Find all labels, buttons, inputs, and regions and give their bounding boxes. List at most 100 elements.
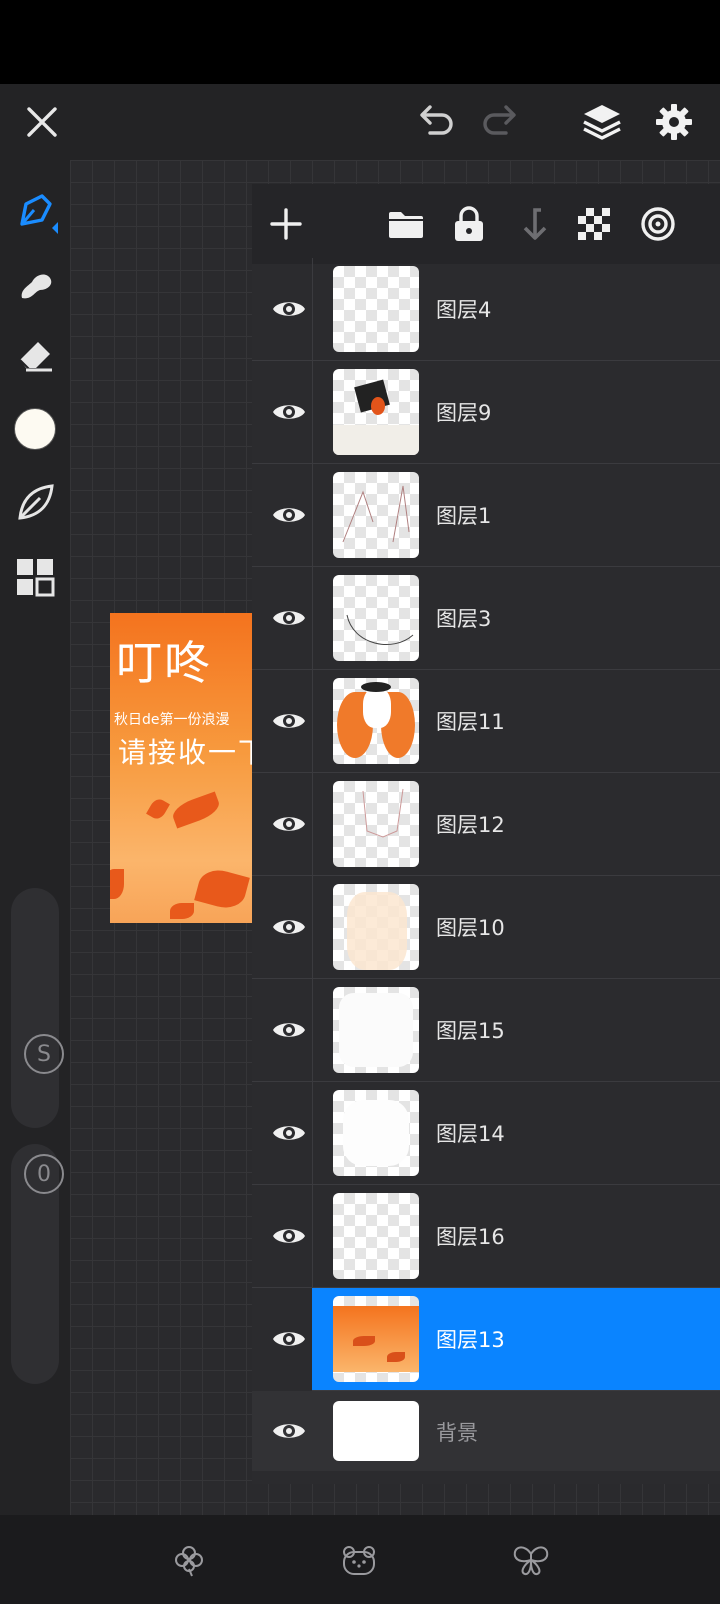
- layer-row[interactable]: 图层1: [252, 464, 720, 567]
- layer-name: 图层3: [436, 607, 492, 631]
- layer-row-selected[interactable]: 图层13: [273, 1288, 720, 1391]
- visibility-toggle[interactable]: [264, 1108, 314, 1158]
- transparency-button[interactable]: [566, 196, 622, 252]
- layer-name: 图层15: [436, 1019, 505, 1043]
- smudge-tool[interactable]: [8, 258, 62, 312]
- visibility-toggle[interactable]: [264, 1211, 314, 1261]
- row-separator: [312, 1082, 313, 1184]
- eye-icon: [273, 1229, 305, 1243]
- eye-icon: [273, 1023, 305, 1037]
- butterfly-icon: [513, 1546, 549, 1576]
- visibility-toggle[interactable]: [264, 799, 314, 849]
- layer-name: 图层10: [436, 916, 505, 940]
- folder-icon: [389, 212, 423, 238]
- clover-button[interactable]: [164, 1535, 214, 1585]
- eraser-tool[interactable]: [8, 328, 62, 382]
- visibility-toggle[interactable]: [264, 490, 314, 540]
- close-button[interactable]: [12, 84, 72, 160]
- layer-row[interactable]: 图层16: [252, 1185, 720, 1288]
- layers-button[interactable]: [572, 84, 632, 160]
- target-button[interactable]: [630, 196, 686, 252]
- row-separator: [312, 979, 313, 1081]
- layer-row[interactable]: 图层15: [252, 979, 720, 1082]
- layers-icon: [583, 105, 621, 140]
- layer-thumbnail: [333, 987, 419, 1073]
- layer-row[interactable]: 图层10: [252, 876, 720, 979]
- artwork-title: 叮咚: [116, 636, 212, 690]
- close-icon: [27, 107, 57, 137]
- folder-button[interactable]: [378, 196, 434, 252]
- layer-row[interactable]: 图层11: [252, 670, 720, 773]
- layer-thumbnail: [333, 678, 419, 764]
- layer-row[interactable]: 图层9: [252, 361, 720, 464]
- leaf-shape: [170, 903, 194, 919]
- layer-name: 图层12: [436, 813, 505, 837]
- tool-sidebar: S 0: [0, 160, 70, 1515]
- layers-panel: 图层4 图层9 图层1 图层3 图层11 图层12 图层10 图层15 图层14…: [252, 184, 720, 1484]
- visibility-toggle[interactable]: [264, 284, 314, 334]
- row-separator: [312, 464, 313, 566]
- brush-size-knob[interactable]: S: [24, 1034, 64, 1074]
- color-picker[interactable]: [8, 402, 62, 456]
- settings-button[interactable]: [644, 84, 704, 160]
- leaf-shape: [194, 865, 250, 913]
- layer-name: 背景: [436, 1421, 478, 1445]
- visibility-toggle[interactable]: [264, 696, 314, 746]
- layer-name: 图层14: [436, 1122, 505, 1146]
- artwork-line2: 请接收一下w: [118, 736, 252, 769]
- visibility-toggle[interactable]: [264, 593, 314, 643]
- visibility-toggle[interactable]: [264, 1314, 314, 1364]
- row-separator: [312, 361, 313, 463]
- layer-row[interactable]: 图层3: [252, 567, 720, 670]
- checkerboard-icon: [578, 208, 610, 240]
- layer-thumbnail: [333, 1193, 419, 1279]
- brush-tool[interactable]: [8, 186, 62, 240]
- merge-down-icon: [523, 208, 547, 240]
- visibility-toggle[interactable]: [264, 1406, 314, 1456]
- leaf-shape: [169, 791, 223, 829]
- layer-thumbnail: [333, 781, 419, 867]
- layer-thumbnail: [333, 1090, 419, 1176]
- eye-icon: [273, 1126, 305, 1140]
- gallery-tool[interactable]: [8, 550, 62, 604]
- target-icon: [641, 207, 675, 241]
- eye-icon: [273, 817, 305, 831]
- row-separator: [312, 876, 313, 978]
- undo-button[interactable]: [406, 84, 466, 160]
- layer-row[interactable]: 图层12: [252, 773, 720, 876]
- eye-icon: [273, 508, 305, 522]
- layers-toolbar: [252, 184, 720, 264]
- grid-icon: [17, 559, 55, 597]
- layer-row[interactable]: 图层14: [252, 1082, 720, 1185]
- layer-name: 图层16: [436, 1225, 505, 1249]
- layer-thumbnail: [333, 884, 419, 970]
- layer-thumbnail: [333, 575, 419, 661]
- visibility-toggle[interactable]: [264, 1005, 314, 1055]
- bottom-bar: [0, 1515, 720, 1604]
- eye-icon: [273, 611, 305, 625]
- layer-name: 图层1: [436, 504, 492, 528]
- brush-opacity-knob[interactable]: 0: [24, 1154, 64, 1194]
- layer-name: 图层11: [436, 710, 505, 734]
- brush-size-slider[interactable]: S: [11, 888, 64, 1128]
- leaf-shape: [146, 796, 170, 822]
- butterfly-button[interactable]: [506, 1535, 556, 1585]
- status-bar: [0, 0, 720, 84]
- row-separator: [312, 670, 313, 772]
- visibility-toggle[interactable]: [264, 387, 314, 437]
- layer-row[interactable]: 图层4: [252, 258, 720, 361]
- lock-button[interactable]: [441, 196, 497, 252]
- merge-down-button[interactable]: [505, 196, 561, 252]
- add-layer-button[interactable]: [258, 196, 314, 252]
- layer-row-background[interactable]: 背景: [252, 1391, 720, 1471]
- color-swatch: [14, 408, 56, 450]
- brush-icon: [20, 194, 58, 234]
- redo-button[interactable]: [470, 84, 530, 160]
- eye-icon: [273, 920, 305, 934]
- bear-button[interactable]: [334, 1535, 384, 1585]
- liquify-tool[interactable]: [8, 476, 62, 530]
- visibility-toggle[interactable]: [264, 902, 314, 952]
- bear-icon: [343, 1546, 375, 1575]
- brush-opacity-slider[interactable]: 0: [11, 1144, 64, 1384]
- lock-icon: [455, 206, 483, 241]
